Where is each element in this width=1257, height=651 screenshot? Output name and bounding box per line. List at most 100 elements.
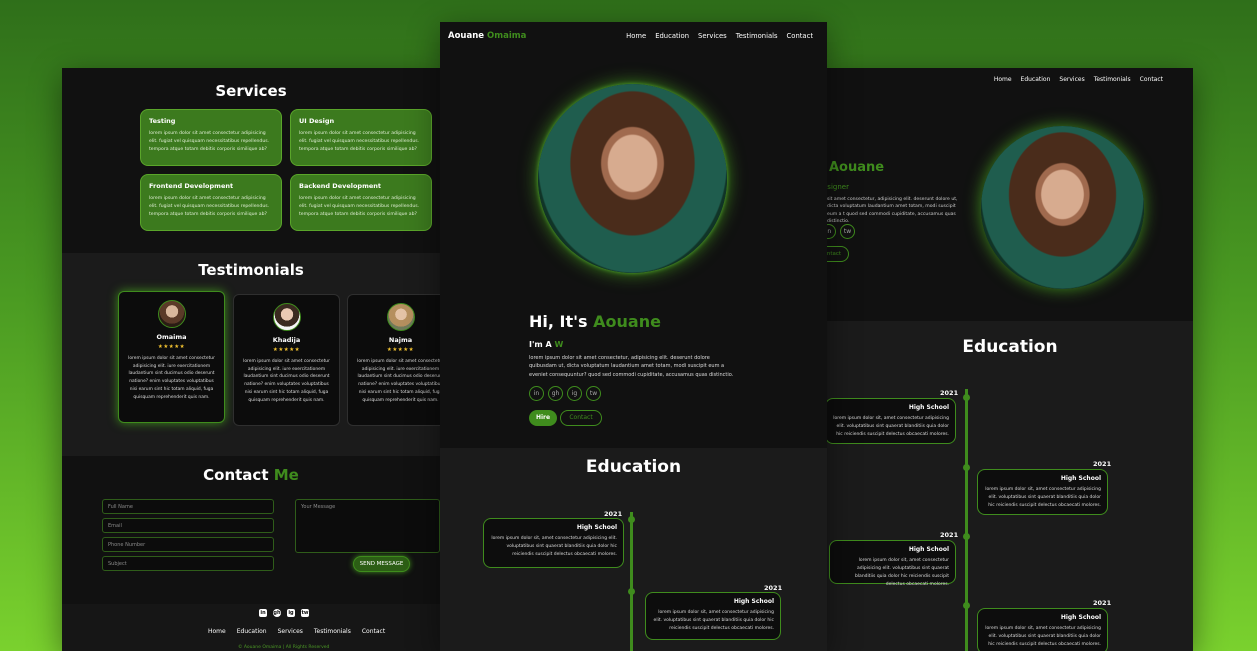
hero-bio: sit amet consectetur, adipisicing elit. … [827, 197, 958, 225]
timeline-card[interactable]: High School lorem ipsum dolor sit, amet … [645, 592, 781, 640]
timeline-year: 2021 [1093, 460, 1112, 468]
footer-link-services[interactable]: Services [278, 628, 303, 635]
timeline-text: lorem ipsum dolor sit, amet consectetur … [833, 416, 949, 437]
nav-home[interactable]: Home [994, 76, 1012, 83]
service-card[interactable]: UI Design lorem ipsum dolor sit amet cons… [290, 109, 432, 166]
copyright: © Aouane Omaima | All Rights Reserved [238, 645, 330, 650]
github-icon[interactable]: gh [548, 386, 563, 401]
twitter-icon[interactable]: tw [840, 224, 855, 239]
timeline-text: lorem ipsum dolor sit, amet consectetur … [653, 610, 774, 631]
education-section: Education 2021 High School lorem ipsum d… [827, 321, 1193, 651]
service-text: lorem ipsum dolor sit amet consectetur a… [149, 196, 270, 217]
nav-contact[interactable]: Contact [787, 32, 813, 40]
hero-name: Aouane [829, 160, 885, 175]
testimonials-section: Testimonials Omaima ★★★★★ lorem ipsum do… [62, 253, 440, 456]
timeline-dot [963, 533, 970, 540]
testimonials-title: Testimonials [198, 261, 304, 279]
home-panel: Aouane Omaima Home Education Services Te… [440, 22, 827, 651]
testimonial-card[interactable]: Omaima ★★★★★ lorem ipsum dolor sit amet … [118, 291, 225, 423]
footer-link-education[interactable]: Education [237, 628, 267, 635]
nav-education[interactable]: Education [1021, 76, 1051, 83]
service-card[interactable]: Frontend Development lorem ipsum dolor si… [140, 174, 282, 231]
full-name-input[interactable]: Full Name [102, 499, 274, 514]
testimonial-quote: lorem ipsum dolor sit amet consectetur a… [357, 359, 440, 403]
hero-role: esigner [827, 183, 849, 191]
service-title: UI Design [299, 117, 335, 125]
message-textarea[interactable]: Your Message [295, 499, 440, 553]
footer-link-testimonials[interactable]: Testimonials [314, 628, 351, 635]
testimonial-name: Najma [388, 336, 413, 344]
timeline-line [630, 512, 633, 651]
service-text: lorem ipsum dolor sit amet consectetur a… [299, 196, 420, 217]
linkedin-icon[interactable]: in [529, 386, 544, 401]
profile-photo [981, 126, 1144, 289]
nav-education[interactable]: Education [655, 32, 689, 40]
service-card[interactable]: Testing lorem ipsum dolor sit amet consec… [140, 109, 282, 166]
testimonial-card[interactable]: Khadija ★★★★★ lorem ipsum dolor sit amet… [233, 294, 340, 426]
hero-social: in tw [827, 224, 855, 239]
testimonial-card[interactable]: Najma ★★★★★ lorem ipsum dolor sit amet c… [347, 294, 440, 426]
nav-home[interactable]: Home [626, 32, 646, 40]
timeline-title: High School [908, 404, 949, 411]
instagram-icon[interactable]: ig [567, 386, 582, 401]
timeline-card[interactable]: High School lorem ipsum dolor sit, amet … [977, 608, 1108, 651]
timeline-card[interactable]: High School lorem ipsum dolor sit, amet … [827, 398, 956, 444]
timeline-dot [628, 588, 635, 595]
nav-testimonials[interactable]: Testimonials [736, 32, 778, 40]
instagram-icon[interactable]: ig [287, 609, 295, 617]
twitter-icon[interactable]: tw [301, 609, 309, 617]
nav-links: Home Education Services Testimonials Con… [626, 32, 813, 40]
contact-button[interactable]: Contact [560, 410, 602, 426]
testimonial-name: Omaima [156, 333, 187, 341]
email-input[interactable]: Email [102, 518, 274, 533]
nav-services[interactable]: Services [1059, 76, 1084, 83]
phone-input[interactable]: Phone Number [102, 537, 274, 552]
service-title: Frontend Development [149, 182, 234, 190]
timeline-dot [963, 464, 970, 471]
hero-buttons: Hire Contact [529, 410, 602, 426]
timeline-title: High School [733, 598, 774, 605]
contact-title-text: Contact [203, 466, 269, 484]
timeline-card[interactable]: High School lorem ipsum dolor sit, amet … [829, 540, 956, 587]
footer-link-contact[interactable]: Contact [362, 628, 385, 635]
services-title: Services [215, 82, 287, 100]
footer-social: in gh ig tw [259, 609, 309, 617]
timeline-title: High School [908, 546, 949, 553]
timeline-year: 2021 [604, 510, 623, 518]
education-title: Education [585, 457, 682, 477]
timeline-title: High School [1060, 475, 1101, 482]
timeline-text: lorem ipsum dolor sit, amet consectetur … [985, 487, 1101, 508]
testimonial-quote: lorem ipsum dolor sit amet consectetur a… [128, 356, 215, 400]
linkedin-icon[interactable]: in [827, 224, 836, 239]
contact-button[interactable]: ntact [827, 246, 849, 262]
nav-testimonials[interactable]: Testimonials [1094, 76, 1131, 83]
logo-first: Aouane [448, 31, 485, 41]
education-title: Education [962, 337, 1058, 357]
linkedin-icon[interactable]: in [259, 609, 267, 617]
education-section: Education 2021 High School lorem ipsum d… [440, 448, 827, 651]
timeline-title: High School [1060, 614, 1101, 621]
nav-services[interactable]: Services [698, 32, 727, 40]
service-card[interactable]: Backend Development lorem ipsum dolor sit… [290, 174, 432, 231]
role-prefix: I'm A [529, 340, 552, 349]
subject-input[interactable]: Subject [102, 556, 274, 571]
timeline-dot [628, 516, 635, 523]
service-text: lorem ipsum dolor sit amet consectetur a… [299, 131, 420, 152]
avatar [157, 300, 186, 328]
timeline-dot [963, 602, 970, 609]
hire-button[interactable]: Hire [529, 410, 557, 426]
timeline-card[interactable]: High School lorem ipsum dolor sit, amet … [977, 469, 1108, 515]
contact-title: Contact Me [62, 466, 440, 484]
logo[interactable]: Aouane Omaima [448, 31, 526, 41]
timeline-card[interactable]: High School lorem ipsum dolor sit, amet … [483, 518, 624, 568]
contact-title-accent: Me [273, 466, 299, 484]
timeline-dot [963, 394, 970, 401]
timeline-text: lorem ipsum dolor sit, amet consectetur … [985, 626, 1101, 647]
github-icon[interactable]: gh [273, 609, 281, 617]
nav-contact[interactable]: Contact [1140, 76, 1163, 83]
service-text: lorem ipsum dolor sit amet consectetur a… [149, 131, 270, 152]
send-message-button[interactable]: SEND MESSAGE [353, 556, 410, 572]
timeline-line [965, 389, 968, 651]
twitter-icon[interactable]: tw [586, 386, 601, 401]
footer-link-home[interactable]: Home [208, 628, 226, 635]
